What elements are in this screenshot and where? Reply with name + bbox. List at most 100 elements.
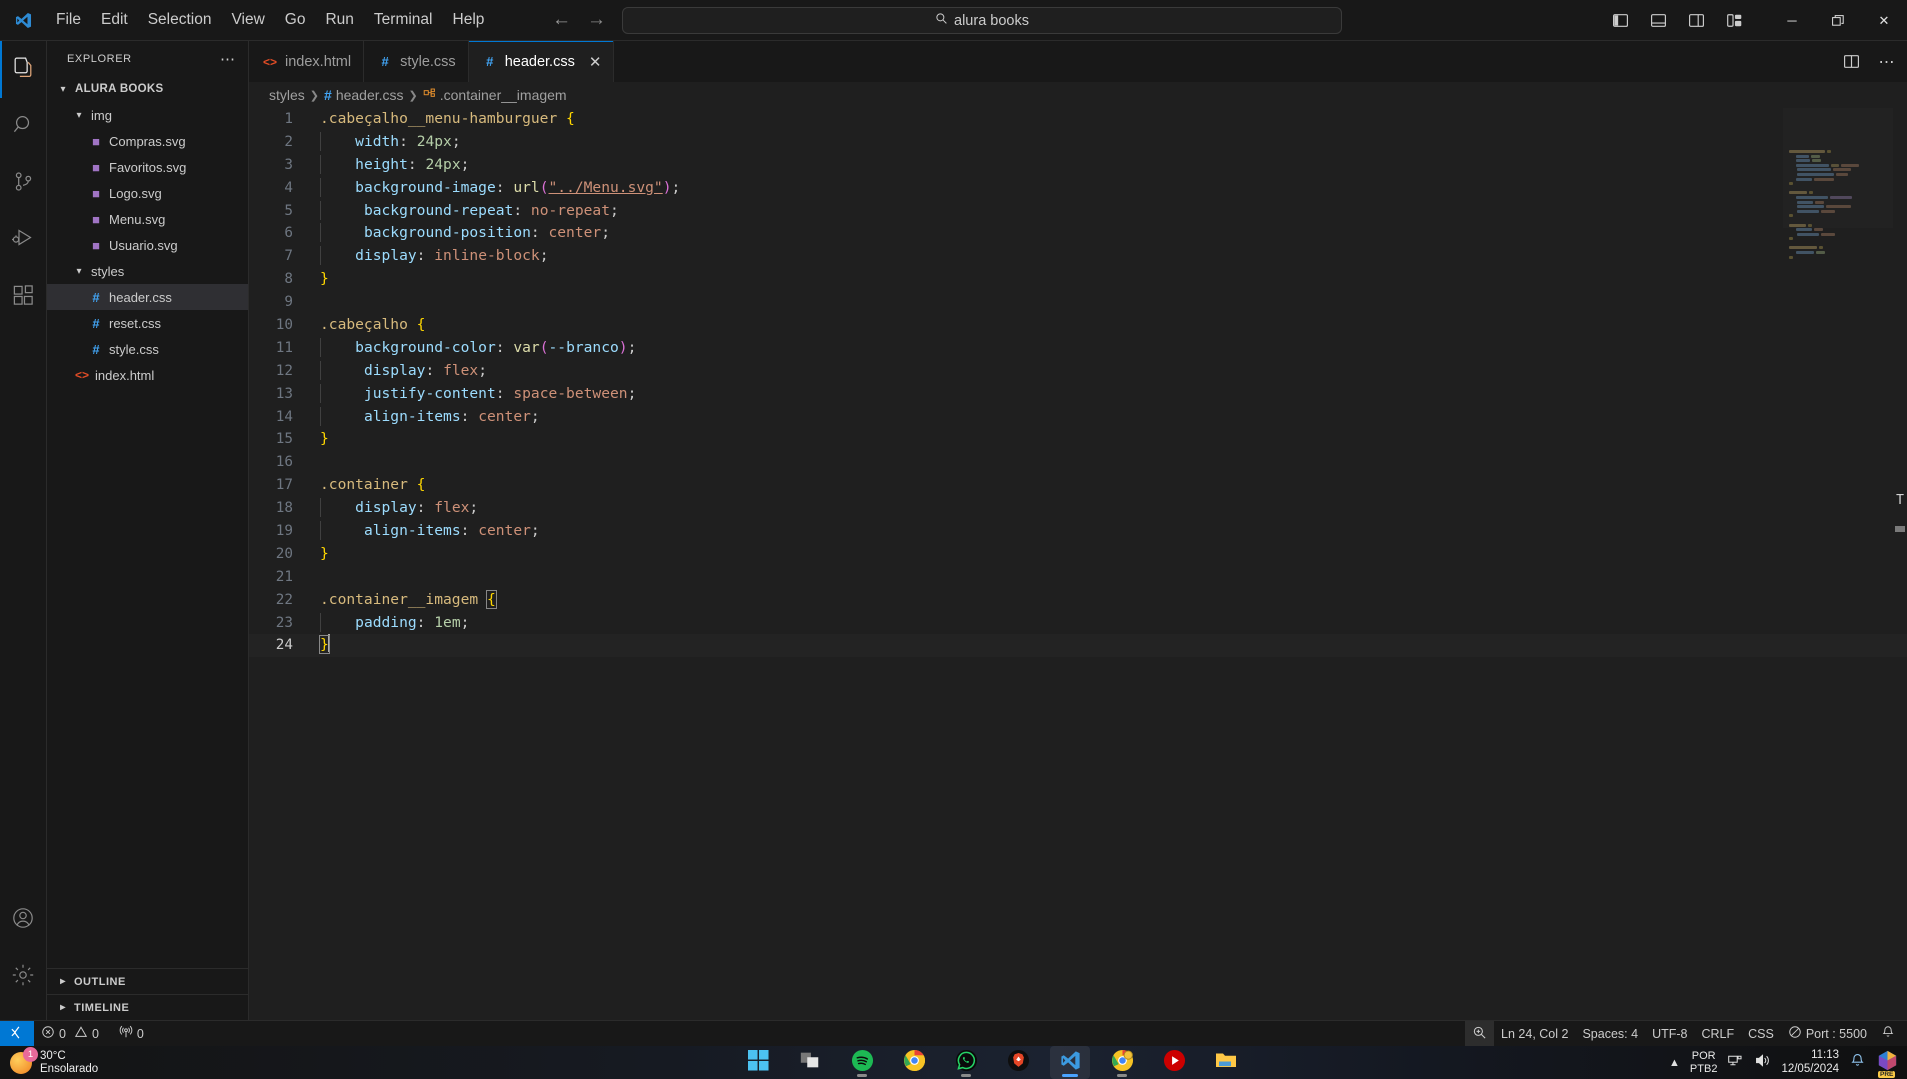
activity-explorer[interactable] — [0, 41, 47, 98]
activity-source-control[interactable] — [0, 155, 47, 212]
taskbar-chrome-window[interactable] — [1102, 1046, 1142, 1079]
copilot-icon[interactable]: PRE — [1876, 1049, 1899, 1078]
speaker-icon[interactable] — [1754, 1052, 1771, 1074]
quick-input-search[interactable]: alura books — [622, 7, 1342, 34]
tree-item-label: index.html — [95, 367, 155, 383]
status-editor-position[interactable]: Ln 24, Col 2 — [1494, 1021, 1575, 1047]
tree-root-alura-books[interactable]: ▾ ALURA BOOKS — [47, 76, 248, 102]
menu-run[interactable]: Run — [315, 0, 363, 40]
taskbar-weather-widget[interactable]: 1 30°C Ensolarado — [0, 1046, 98, 1076]
menu-file[interactable]: File — [46, 0, 91, 40]
menu-edit[interactable]: Edit — [91, 0, 138, 40]
code-line: 5 background-repeat: no-repeat; — [249, 200, 1907, 223]
clock-date: 12/05/2024 — [1781, 1062, 1839, 1075]
split-editor-right-button[interactable] — [1837, 48, 1865, 76]
go-back-icon[interactable]: ← — [552, 9, 571, 31]
code-line: 12 display: flex; — [249, 360, 1907, 383]
line-number: 15 — [275, 431, 293, 448]
breadcrumb-item-styles[interactable]: styles — [269, 87, 305, 103]
warning-triangle-icon — [74, 1025, 88, 1042]
minimap[interactable] — [1783, 108, 1893, 1020]
activity-extensions[interactable] — [0, 269, 47, 326]
editor-vertical-scrollbar[interactable] — [1893, 108, 1907, 1020]
status-problems[interactable]: 0 0 — [34, 1021, 106, 1047]
tree-file-header-css[interactable]: # header.css — [47, 284, 248, 310]
minimize-button[interactable]: ─ — [1769, 0, 1815, 41]
status-editor-eol[interactable]: CRLF — [1694, 1021, 1741, 1047]
youtube-music-icon — [1163, 1049, 1186, 1077]
customize-layout-button[interactable] — [1719, 6, 1749, 36]
tree-folder-img[interactable]: ▾ img — [47, 102, 248, 128]
restore-button[interactable] — [1815, 0, 1861, 41]
taskbar-chrome[interactable] — [894, 1046, 934, 1079]
sidebar-section-outline[interactable]: ▸ OUTLINE — [47, 968, 248, 994]
status-ports[interactable]: 0 — [112, 1021, 151, 1047]
breadcrumb-item-header-css[interactable]: header.css — [336, 87, 404, 103]
network-icon[interactable] — [1727, 1052, 1744, 1074]
sidebar-section-timeline[interactable]: ▸ TIMELINE — [47, 994, 248, 1020]
toggle-panel-button[interactable] — [1643, 6, 1673, 36]
tree-file-usuario-svg[interactable]: ■ Usuario.svg — [47, 232, 248, 258]
menu-terminal[interactable]: Terminal — [364, 0, 443, 40]
menu-selection[interactable]: Selection — [138, 0, 222, 40]
tab-header-css[interactable]: # header.css ✕ — [468, 41, 615, 82]
taskbar-youtube-music[interactable] — [1154, 1046, 1194, 1079]
tree-file-index-html[interactable]: <> index.html — [47, 362, 248, 388]
line-number: 16 — [275, 454, 293, 471]
line-number: 6 — [284, 225, 293, 242]
taskbar-language-indicator[interactable]: POR PTB2 — [1690, 1050, 1718, 1075]
bell-icon[interactable] — [1849, 1052, 1866, 1074]
menu-help[interactable]: Help — [443, 0, 495, 40]
tree-item-label: img — [91, 107, 112, 123]
toggle-secondary-sidebar-button[interactable] — [1681, 6, 1711, 36]
close-button[interactable]: ✕ — [1861, 0, 1907, 41]
ellipsis-icon[interactable]: ⋯ — [220, 50, 240, 68]
go-forward-icon[interactable]: → — [587, 9, 606, 31]
tree-file-favoritos-svg[interactable]: ■ Favoritos.svg — [47, 154, 248, 180]
menu-view[interactable]: View — [221, 0, 274, 40]
activity-run-debug[interactable] — [0, 212, 47, 269]
tree-folder-styles[interactable]: ▾ styles — [47, 258, 248, 284]
taskbar-file-explorer[interactable] — [1206, 1046, 1246, 1079]
running-indicator — [857, 1074, 867, 1077]
status-editor-encoding[interactable]: UTF-8 — [1645, 1021, 1694, 1047]
remote-window-icon — [10, 1025, 25, 1043]
breadcrumb-item-symbol[interactable]: .container__imagem — [440, 87, 567, 103]
taskbar-brave[interactable] — [998, 1046, 1038, 1079]
taskbar-vscode[interactable] — [1050, 1046, 1090, 1079]
code-editor[interactable]: 1 .cabeçalho__menu-hamburguer { 2 width: … — [249, 108, 1907, 1020]
taskbar-clock[interactable]: 11:13 12/05/2024 — [1781, 1049, 1839, 1076]
status-editor-language[interactable]: CSS — [1741, 1021, 1781, 1047]
tree-file-menu-svg[interactable]: ■ Menu.svg — [47, 206, 248, 232]
activity-manage-settings[interactable] — [0, 949, 47, 1006]
tree-root-label: ALURA BOOKS — [75, 83, 164, 95]
activity-accounts[interactable] — [0, 892, 47, 949]
tree-file-style-css[interactable]: # style.css — [47, 336, 248, 362]
tree-item-label: Logo.svg — [109, 185, 162, 201]
taskbar-whatsapp[interactable] — [946, 1046, 986, 1079]
navigation-arrows: ← → — [552, 9, 606, 31]
status-editor-indentation[interactable]: Spaces: 4 — [1575, 1021, 1645, 1047]
remote-window-button[interactable] — [0, 1020, 34, 1047]
status-live-server-port[interactable]: Port : 5500 — [1781, 1021, 1874, 1047]
whatsapp-icon — [955, 1049, 978, 1077]
status-notifications[interactable] — [1874, 1021, 1907, 1047]
tree-file-compras-svg[interactable]: ■ Compras.svg — [47, 128, 248, 154]
start-button[interactable] — [738, 1046, 778, 1079]
tree-item-label: Favoritos.svg — [109, 159, 187, 175]
tab-index-html[interactable]: <> index.html — [249, 41, 365, 82]
tab-style-css[interactable]: # style.css — [364, 41, 469, 82]
taskbar-apps — [738, 1046, 1246, 1079]
chevron-up-icon[interactable]: ▲ — [1669, 1057, 1680, 1069]
tab-close-icon[interactable]: ✕ — [589, 53, 602, 71]
status-screencast-zoom[interactable] — [1465, 1020, 1495, 1047]
menu-go[interactable]: Go — [275, 0, 316, 40]
more-editor-actions-button[interactable]: ⋯ — [1873, 48, 1901, 76]
tree-file-logo-svg[interactable]: ■ Logo.svg — [47, 180, 248, 206]
taskbar-spotify[interactable] — [842, 1046, 882, 1079]
code-line: 16 — [249, 451, 1907, 474]
task-view-button[interactable] — [790, 1046, 830, 1079]
tree-file-reset-css[interactable]: # reset.css — [47, 310, 248, 336]
activity-search[interactable] — [0, 98, 47, 155]
toggle-primary-sidebar-button[interactable] — [1605, 6, 1635, 36]
